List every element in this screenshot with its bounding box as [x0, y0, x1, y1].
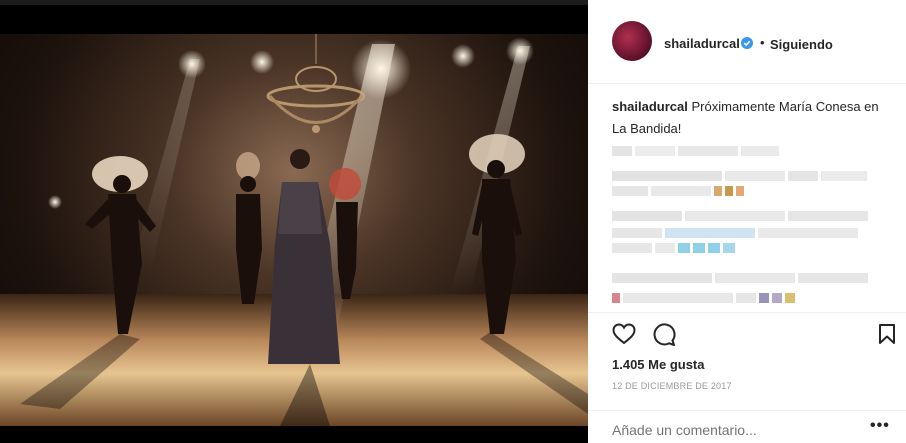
- post-details-panel: shailadurcal • Siguiendo shailadurcal Pr…: [588, 0, 906, 443]
- username-link[interactable]: shailadurcal: [664, 36, 740, 51]
- post-caption: shailadurcal Próximamente María Conesa e…: [612, 96, 880, 140]
- comment-input[interactable]: [612, 421, 842, 439]
- comment-bubble-icon[interactable]: [652, 323, 676, 347]
- following-button[interactable]: Siguiendo: [770, 37, 833, 52]
- post-date: 12 DE DICIEMBRE DE 2017: [612, 381, 732, 391]
- obscured-comment-1: [612, 143, 782, 161]
- obscured-comment-6: [612, 240, 738, 258]
- stage-scene-illustration: [0, 34, 588, 426]
- avatar[interactable]: [612, 21, 652, 61]
- obscured-comment-7: [612, 270, 871, 288]
- like-count[interactable]: 1.405 Me gusta: [612, 357, 705, 372]
- heart-icon[interactable]: [612, 323, 636, 345]
- bookmark-icon[interactable]: [878, 323, 896, 345]
- post-media-pane: [0, 0, 588, 443]
- post-photo[interactable]: [0, 34, 588, 426]
- comment-bar: •••: [588, 410, 906, 443]
- separator-dot: •: [760, 35, 765, 50]
- obscured-comment-4: [612, 208, 871, 226]
- post-actions: [588, 312, 906, 362]
- obscured-comment-3: [612, 183, 747, 201]
- more-options-icon[interactable]: •••: [870, 417, 890, 435]
- verified-badge-icon: [741, 37, 753, 49]
- feed-strip: [0, 0, 588, 5]
- obscured-comment-8: [612, 290, 798, 308]
- caption-username[interactable]: shailadurcal: [612, 99, 688, 114]
- post-header: shailadurcal • Siguiendo: [588, 0, 906, 84]
